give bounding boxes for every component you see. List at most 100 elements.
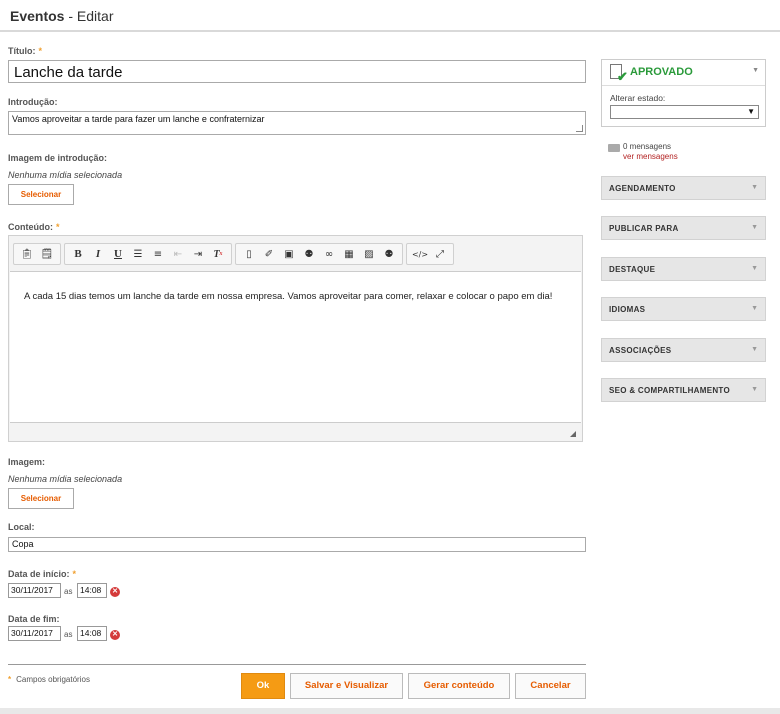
required-marker: *	[72, 569, 77, 579]
find-icon[interactable]: ⚉	[299, 245, 319, 263]
chevron-down-icon: ▼	[751, 224, 758, 231]
required-marker: *	[56, 222, 60, 232]
as-label: as	[64, 630, 73, 639]
preview-icon[interactable]: ▨	[359, 245, 379, 263]
page-header: Eventos - Editar	[0, 0, 780, 32]
panel-title: DESTAQUE	[609, 265, 656, 274]
dropdown-arrow-icon: ▼	[747, 107, 755, 116]
data-inicio-time-input[interactable]: 14:08	[77, 583, 107, 598]
data-fim-label: Data de fim:	[8, 614, 60, 624]
outdent-icon[interactable]: ⇤	[168, 245, 188, 263]
data-fim-date-input[interactable]: 30/11/2017	[8, 626, 61, 641]
chevron-down-icon: ▼	[751, 386, 758, 393]
messages-count: 0 mensagens	[623, 142, 672, 151]
chevron-down-icon: ▼	[751, 184, 758, 191]
titulo-input[interactable]: Lanche da tarde	[8, 60, 586, 83]
indent-icon[interactable]: ⇥	[188, 245, 208, 263]
as-label: as	[64, 587, 73, 596]
page-title: Eventos - Editar	[10, 8, 113, 24]
embed-icon[interactable]: ▦	[339, 245, 359, 263]
chevron-down-icon: ▼	[751, 305, 758, 312]
image-icon[interactable]: ▣	[279, 245, 299, 263]
editor-content[interactable]: A cada 15 dias temos um lanche da tarde …	[10, 271, 581, 423]
data-fim-time-input[interactable]: 14:08	[77, 626, 107, 641]
panel-seo-compartilhamento[interactable]: SEO & COMPARTILHAMENTO ▼	[601, 378, 766, 402]
form-divider	[8, 664, 586, 665]
clear-date-icon[interactable]: ✕	[110, 587, 120, 597]
required-note: * Campos obrigatórios	[8, 675, 90, 684]
bullet-list-icon[interactable]: ≡	[148, 245, 168, 263]
panel-title: IDIOMAS	[609, 305, 646, 314]
italic-icon[interactable]: I	[88, 245, 108, 263]
data-inicio-date-input[interactable]: 30/11/2017	[8, 583, 61, 598]
view-messages-link[interactable]: ver mensagens	[623, 152, 678, 161]
save-and-view-button[interactable]: Salvar e Visualizar	[290, 673, 403, 699]
panel-publicar-para[interactable]: PUBLICAR PARA ▼	[601, 216, 766, 240]
bottom-bar	[0, 708, 780, 714]
paste-icon[interactable]: 📋︎	[17, 245, 37, 263]
toolbar-group-view: </> ⤢	[406, 243, 454, 265]
page-title-module: Eventos	[10, 8, 65, 24]
clear-date-icon[interactable]: ✕	[110, 630, 120, 640]
introducao-label: Introdução:	[8, 97, 58, 107]
link-icon[interactable]: ∞	[319, 245, 339, 263]
imagem-intro-empty: Nenhuma mídia selecionada	[8, 170, 123, 180]
alter-state-label: Alterar estado:	[610, 93, 666, 103]
fullscreen-icon[interactable]: ⤢	[430, 245, 450, 263]
titulo-label: Título: *	[8, 46, 42, 56]
toolbar-group-format: B I U ☰ ≡ ⇤ ⇥ Tx	[64, 243, 232, 265]
toolbar-group-insert: ▯ ✐ ▣ ⚉ ∞ ▦ ▨ ⚉	[235, 243, 403, 265]
find-replace-icon[interactable]: ⚉	[379, 245, 399, 263]
selecionar-intro-button[interactable]: Selecionar	[8, 184, 74, 205]
imagem-empty: Nenhuma mídia selecionada	[8, 474, 123, 484]
envelope-icon	[608, 144, 620, 152]
required-marker: *	[8, 675, 12, 684]
rich-text-editor: 📋︎ 🗒︎ B I U ☰ ≡ ⇤ ⇥ Tx ▯ ✐ ▣ ⚉ ∞ ▦ ▨ ⚉ <…	[8, 235, 583, 442]
cancel-button[interactable]: Cancelar	[515, 673, 586, 699]
panel-agendamento[interactable]: AGENDAMENTO ▼	[601, 176, 766, 200]
titulo-label-text: Título:	[8, 46, 36, 56]
status-panel: ✔ APROVADO ▼ Alterar estado: ▼	[601, 59, 766, 127]
editor-toolbar: 📋︎ 🗒︎ B I U ☰ ≡ ⇤ ⇥ Tx ▯ ✐ ▣ ⚉ ∞ ▦ ▨ ⚉ <…	[13, 243, 454, 265]
page-title-action: - Editar	[64, 8, 114, 24]
underline-icon[interactable]: U	[108, 245, 128, 263]
resize-handle[interactable]	[576, 125, 583, 132]
ok-button[interactable]: Ok	[241, 673, 285, 699]
required-marker: *	[38, 46, 43, 56]
introducao-text: Vamos aproveitar a tarde para fazer um l…	[12, 114, 265, 124]
chevron-down-icon: ▼	[751, 346, 758, 353]
source-icon[interactable]: </>	[410, 245, 430, 263]
editor-resize-handle[interactable]	[570, 431, 576, 437]
conteudo-label-text: Conteúdo:	[8, 222, 53, 232]
chevron-down-icon: ▼	[751, 265, 758, 272]
attachment-icon[interactable]: ✐	[259, 245, 279, 263]
imagem-label: Imagem:	[8, 457, 46, 467]
imagem-intro-label: Imagem de introdução:	[8, 153, 108, 163]
panel-destaque[interactable]: DESTAQUE ▼	[601, 257, 766, 281]
panel-title: SEO & COMPARTILHAMENTO	[609, 386, 730, 395]
panel-title: PUBLICAR PARA	[609, 224, 679, 233]
conteudo-label: Conteúdo: *	[8, 222, 60, 232]
selecionar-imagem-button[interactable]: Selecionar	[8, 488, 74, 509]
document-icon[interactable]: ▯	[239, 245, 259, 263]
alter-state-select[interactable]: ▼	[610, 105, 759, 119]
panel-title: AGENDAMENTO	[609, 184, 676, 193]
ordered-list-icon[interactable]: ☰	[128, 245, 148, 263]
chevron-down-icon: ▼	[752, 67, 759, 74]
panel-idiomas[interactable]: IDIOMAS ▼	[601, 297, 766, 321]
paste-text-icon[interactable]: 🗒︎	[37, 245, 57, 263]
toolbar-group-clipboard: 📋︎ 🗒︎	[13, 243, 61, 265]
panel-title: ASSOCIAÇÕES	[609, 346, 672, 355]
generate-content-button[interactable]: Gerar conteúdo	[408, 673, 510, 699]
data-inicio-label-text: Data de início:	[8, 569, 70, 579]
local-label: Local:	[8, 522, 35, 532]
clear-format-icon[interactable]: Tx	[208, 245, 228, 263]
panel-associacoes[interactable]: ASSOCIAÇÕES ▼	[601, 338, 766, 362]
introducao-textarea[interactable]: Vamos aproveitar a tarde para fazer um l…	[8, 111, 586, 135]
local-input[interactable]: Copa	[8, 537, 586, 552]
check-icon: ✔	[617, 69, 628, 84]
status-header[interactable]: ✔ APROVADO ▼	[602, 60, 765, 86]
bold-icon[interactable]: B	[68, 245, 88, 263]
required-note-text: Campos obrigatórios	[16, 675, 90, 684]
status-value: APROVADO	[630, 66, 693, 78]
